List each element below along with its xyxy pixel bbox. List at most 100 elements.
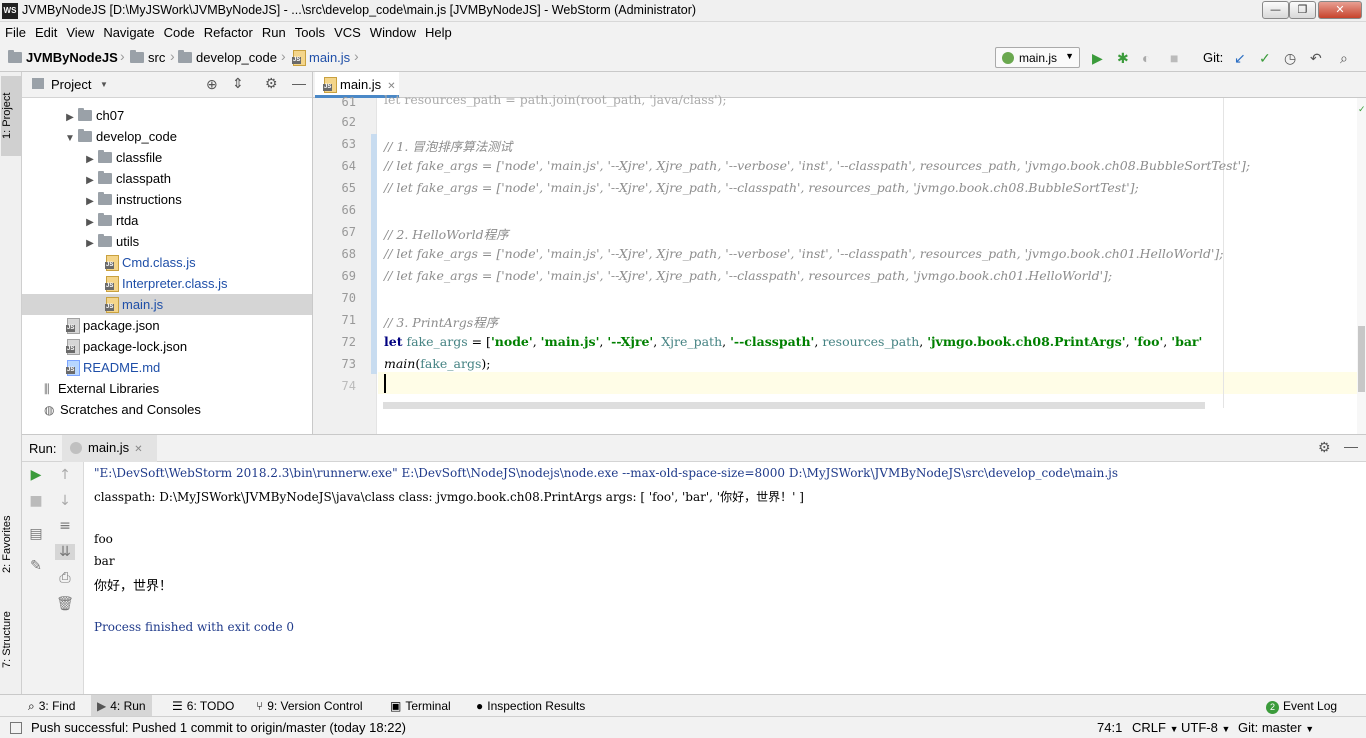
soft-wrap-icon[interactable]: ≡ — [55, 518, 75, 534]
scroll-down-icon[interactable]: ↓ — [55, 493, 75, 509]
tree-item-instructions[interactable]: ▶ instructions — [22, 189, 312, 210]
tree-item-main-js[interactable]: main.js — [22, 294, 312, 315]
gear-icon[interactable]: ⚙ — [1318, 439, 1331, 456]
menu-view[interactable]: View — [61, 22, 98, 44]
menu-refactor[interactable]: Refactor — [199, 22, 257, 44]
tool-windows-toggle-icon[interactable] — [10, 722, 22, 734]
menu-file[interactable]: File — [0, 22, 30, 44]
coverage-icon[interactable]: ◐ — [1142, 50, 1150, 66]
menu-help[interactable]: Help — [420, 22, 456, 44]
scroll-to-end-icon[interactable]: ⇊ — [55, 544, 75, 560]
code-line-67[interactable]: // 2. HelloWorld程序 — [384, 224, 509, 243]
close-icon[interactable]: ✕ — [387, 81, 395, 92]
debug-icon[interactable]: ✱ — [1117, 50, 1129, 66]
chevron-right-icon[interactable]: ▶ — [82, 170, 98, 191]
tree-item-package-lock-json[interactable]: package-lock.json — [22, 336, 312, 357]
code-line-64[interactable]: // let fake_args = ['node', 'main.js', '… — [384, 158, 1250, 173]
breadcrumb-main-js[interactable]: main.js — [292, 50, 350, 66]
tree-item-external-libraries[interactable]: ⫼ External Libraries — [22, 378, 312, 399]
menu-code[interactable]: Code — [159, 22, 199, 44]
code-line-63[interactable]: // 1. 冒泡排序算法测试 — [384, 136, 512, 155]
gear-icon[interactable]: ⚙ — [265, 75, 278, 92]
chevron-right-icon[interactable]: ▶ — [82, 191, 98, 212]
code-line-65[interactable]: // let fake_args = ['node', 'main.js', '… — [384, 180, 1139, 195]
revert-icon[interactable]: ↶ — [1310, 50, 1322, 66]
tab-run[interactable]: ▶ 4: Run — [91, 695, 152, 717]
tab-inspection-results[interactable]: ● Inspection Results — [470, 695, 591, 717]
tool-tab-favorites[interactable]: 2: Favorites — [1, 504, 21, 584]
code-line-61[interactable]: let resources_path = path.join(root_path… — [384, 92, 727, 107]
chevron-right-icon[interactable]: ▶ — [82, 149, 98, 170]
tree-item-utils[interactable]: ▶ utils — [22, 231, 312, 252]
code-line-68[interactable]: // let fake_args = ['node', 'main.js', '… — [384, 246, 1223, 261]
tab-version-control[interactable]: ⑂ 9: Version Control — [250, 695, 369, 717]
run-configuration-select[interactable]: main.js ▼ — [995, 47, 1080, 68]
close-icon[interactable]: ✕ — [134, 444, 142, 455]
file-encoding[interactable]: UTF-8 ▼ — [1181, 720, 1230, 735]
menu-edit[interactable]: Edit — [30, 22, 61, 44]
locate-icon[interactable]: ⊕ — [206, 76, 218, 93]
pin-icon[interactable]: ✎ — [26, 558, 46, 574]
code-line-71[interactable]: // 3. PrintArgs程序 — [384, 312, 498, 331]
collapse-all-icon[interactable]: ⇕ — [232, 75, 244, 92]
line-separator[interactable]: CRLF ▼ — [1132, 720, 1179, 735]
run-icon[interactable]: ▶ — [1092, 50, 1103, 66]
layout-icon[interactable]: ▤ — [26, 526, 46, 542]
vcs-commit-icon[interactable]: ✓ — [1259, 50, 1271, 66]
tab-find[interactable]: ⌕ 3: Find — [22, 695, 81, 717]
tree-item-interpreter-class-js[interactable]: Interpreter.class.js — [22, 273, 312, 294]
project-view-selector[interactable]: Project — [51, 77, 91, 92]
editor-scrollbar[interactable]: ✓ — [1357, 98, 1366, 434]
tree-item-scratches[interactable]: ◍ Scratches and Consoles — [22, 399, 312, 420]
tree-item-package-json[interactable]: package.json — [22, 315, 312, 336]
tree-item-rtda[interactable]: ▶ rtda — [22, 210, 312, 231]
chevron-right-icon[interactable]: ▶ — [82, 212, 98, 233]
tool-tab-project[interactable]: 1: Project — [1, 76, 21, 156]
scrollbar-thumb[interactable] — [1358, 326, 1365, 392]
hide-icon[interactable]: — — [292, 75, 306, 91]
tree-item-classfile[interactable]: ▶ classfile — [22, 147, 312, 168]
code-line-69[interactable]: // let fake_args = ['node', 'main.js', '… — [384, 268, 1112, 283]
breadcrumb-src[interactable]: src — [130, 50, 165, 65]
tree-item-develop-code[interactable]: ▼ develop_code — [22, 126, 312, 147]
chevron-down-icon[interactable]: ▼ — [100, 80, 108, 89]
horizontal-scrollbar-thumb[interactable] — [383, 402, 1205, 409]
print-icon[interactable]: ⎙ — [55, 570, 75, 586]
stop-icon[interactable]: ■ — [26, 493, 46, 509]
tree-item-ch07[interactable]: ▶ ch07 — [22, 105, 312, 126]
tab-event-log[interactable]: 2 Event Log — [1260, 695, 1343, 717]
chevron-right-icon[interactable]: ▶ — [62, 107, 78, 128]
tab-todo[interactable]: ☰ 6: TODO — [166, 695, 240, 717]
tab-terminal[interactable]: ▣ Terminal — [384, 695, 457, 717]
tree-item-readme-md[interactable]: README.md — [22, 357, 312, 378]
minimize-button[interactable]: — — [1262, 1, 1289, 19]
caret-position[interactable]: 74:1 — [1097, 720, 1122, 735]
stop-icon[interactable]: ■ — [1170, 50, 1178, 66]
menu-vcs[interactable]: VCS — [329, 22, 365, 44]
search-everywhere-icon[interactable]: ⌕ — [1340, 50, 1348, 66]
breadcrumb-project[interactable]: JVMByNodeJS — [8, 50, 118, 65]
maximize-button[interactable]: ❐ — [1289, 1, 1316, 19]
code-line-72[interactable]: let fake_args = ['node', 'main.js', '--X… — [384, 334, 1202, 349]
close-window-button[interactable]: ✕ — [1318, 1, 1362, 19]
menu-tools[interactable]: Tools — [290, 22, 329, 44]
tree-item-cmd-class-js[interactable]: Cmd.class.js — [22, 252, 312, 273]
vcs-update-icon[interactable]: ↙ — [1234, 50, 1246, 66]
run-tab-main-js[interactable]: main.js ✕ — [62, 435, 157, 462]
chevron-down-icon[interactable]: ▼ — [62, 128, 78, 149]
clear-all-icon[interactable]: 🗑 — [55, 596, 75, 612]
history-icon[interactable]: ◷ — [1284, 50, 1296, 66]
code-line-73[interactable]: main(fake_args); — [384, 356, 491, 371]
menu-run[interactable]: Run — [257, 22, 290, 44]
menu-navigate[interactable]: Navigate — [98, 22, 158, 44]
menu-window[interactable]: Window — [365, 22, 420, 44]
chevron-right-icon[interactable]: ▶ — [82, 233, 98, 254]
scroll-up-icon[interactable]: ↑ — [55, 467, 75, 483]
rerun-icon[interactable]: ▶ — [26, 467, 46, 483]
tool-tab-structure[interactable]: 7: Structure — [1, 600, 21, 680]
status-message[interactable]: Push successful: Pushed 1 commit to orig… — [31, 720, 406, 735]
breadcrumb-develop-code[interactable]: develop_code — [178, 50, 277, 65]
hide-icon[interactable]: — — [1344, 438, 1358, 454]
tree-item-classpath[interactable]: ▶ classpath — [22, 168, 312, 189]
git-branch[interactable]: Git: master ▼ — [1238, 720, 1314, 735]
